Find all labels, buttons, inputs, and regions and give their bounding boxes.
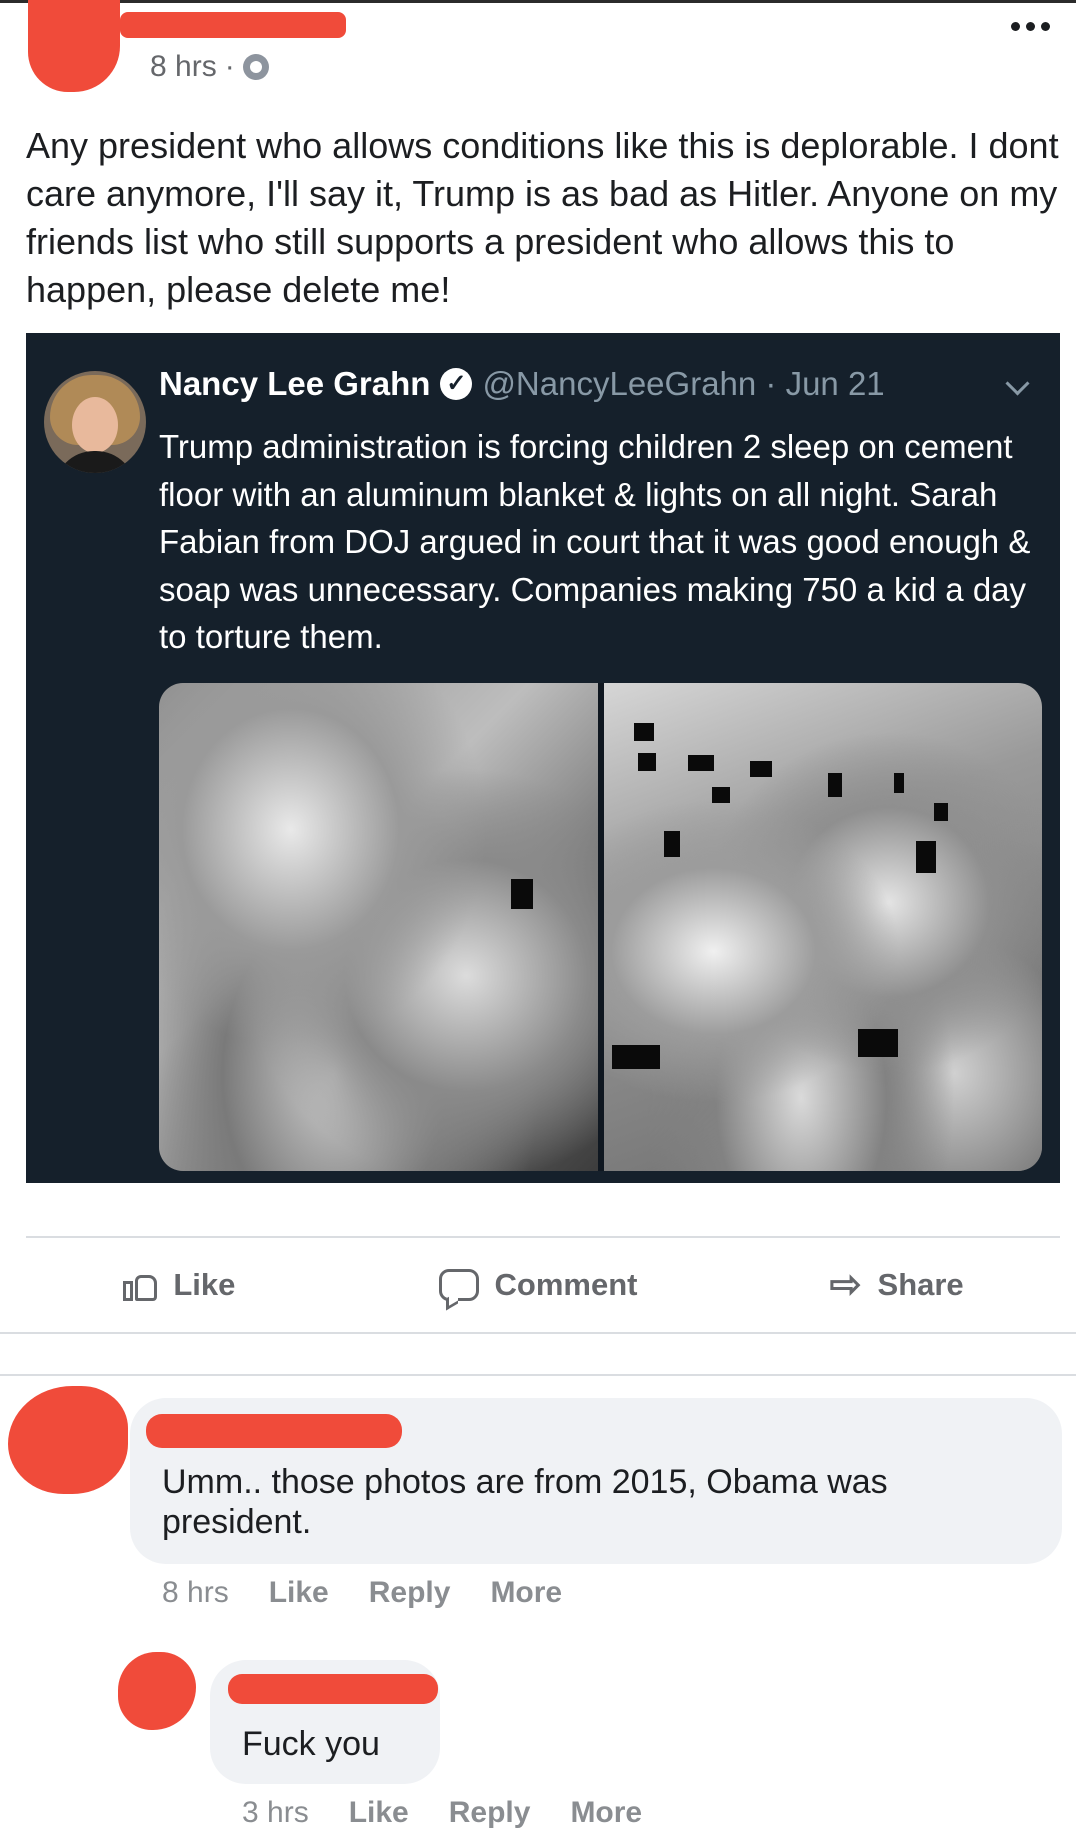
comment-text: Umm.. those photos are from 2015, Obama …	[162, 1463, 888, 1541]
comment-more-link[interactable]: More	[490, 1576, 562, 1610]
redacted-commenter-name[interactable]	[228, 1674, 438, 1704]
redacted-commenter-avatar[interactable]	[8, 1386, 128, 1494]
top-border	[0, 0, 1076, 3]
comment-reply-link[interactable]: Reply	[369, 1576, 451, 1610]
comment-meta: 8 hrs Like Reply More	[162, 1576, 562, 1610]
tweet-text: Trump administration is forcing children…	[159, 428, 1031, 655]
tweet-author-name: Nancy Lee Grahn	[159, 365, 431, 402]
chevron-down-icon	[1005, 371, 1030, 396]
comment-more-link[interactable]: More	[570, 1796, 642, 1830]
redacted-avatar[interactable]	[28, 0, 120, 92]
redacted-commenter-name[interactable]	[146, 1414, 402, 1448]
post-action-bar: Like Comment ⇨ Share	[0, 1240, 1076, 1330]
comments-top-divider	[0, 1374, 1076, 1376]
photo-foil-blankets-closeup	[159, 683, 598, 1171]
thumbs-up-icon	[123, 1269, 158, 1301]
post-text: Any president who allows conditions like…	[26, 125, 1059, 310]
like-label: Like	[173, 1267, 236, 1302]
globe-icon	[242, 54, 269, 80]
tweet-header: Nancy Lee Grahn ✓ @NancyLeeGrahn · Jun 2…	[159, 365, 885, 403]
comment-text: Fuck you	[242, 1725, 380, 1763]
action-bar-bottom-divider	[0, 1332, 1076, 1334]
like-button[interactable]: Like	[0, 1240, 359, 1330]
comment-icon	[438, 1269, 479, 1301]
photo-children-under-foil-blankets	[603, 683, 1042, 1171]
comment-time: 8 hrs	[162, 1576, 229, 1609]
tweet-avatar	[44, 371, 146, 473]
post-time-text: 8 hrs	[150, 50, 217, 83]
verified-icon: ✓	[440, 368, 473, 400]
comment-like-link[interactable]: Like	[349, 1796, 409, 1830]
share-label: Share	[877, 1267, 964, 1302]
post-options-icon[interactable]	[1011, 22, 1050, 31]
action-bar-top-divider	[26, 1236, 1060, 1238]
comment-label: Comment	[494, 1267, 638, 1302]
comment-reply-link[interactable]: Reply	[449, 1796, 531, 1830]
comment-like-link[interactable]: Like	[269, 1576, 329, 1610]
tweet-screenshot[interactable]: Nancy Lee Grahn ✓ @NancyLeeGrahn · Jun 2…	[26, 333, 1060, 1183]
redacted-commenter-avatar[interactable]	[118, 1652, 196, 1730]
comment-time: 3 hrs	[242, 1796, 309, 1829]
tweet-handle: @NancyLeeGrahn · Jun 21	[482, 365, 885, 402]
share-button[interactable]: ⇨ Share	[717, 1240, 1076, 1330]
share-icon: ⇨	[829, 1264, 862, 1306]
redacted-poster-name[interactable]	[120, 12, 346, 38]
comment-button[interactable]: Comment	[359, 1240, 718, 1330]
comment-meta: 3 hrs Like Reply More	[242, 1796, 642, 1830]
tweet-photos	[159, 683, 1042, 1171]
post-timestamp: 8 hrs ·	[150, 50, 269, 84]
